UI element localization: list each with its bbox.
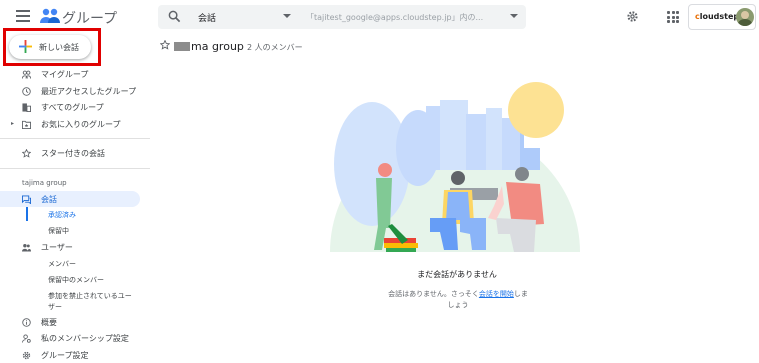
account-switcher[interactable]: cloudstep: [688, 4, 756, 30]
plus-icon: [19, 40, 32, 53]
star-toggle-icon[interactable]: [160, 40, 170, 50]
start-conversation-link[interactable]: 会話を開始: [479, 290, 514, 298]
people-icon: [22, 243, 31, 252]
sidebar-item-label: 会話: [41, 194, 57, 205]
chevron-down-icon[interactable]: [283, 14, 291, 18]
new-conversation-label: 新しい会話: [39, 42, 79, 53]
sidebar-item-label: 最近アクセスしたグループ: [41, 86, 136, 97]
sidebar-item-label: ユーザー: [41, 242, 73, 253]
divider: [0, 168, 150, 169]
sidebar-subitem-pending[interactable]: 保留中: [0, 223, 150, 239]
redacted-text: [174, 42, 190, 51]
expand-arrow-icon[interactable]: ▸: [11, 120, 14, 127]
gear-icon[interactable]: [626, 10, 639, 23]
sidebar-item-users[interactable]: ユーザー: [0, 239, 150, 256]
sidebar-item-label: すべてのグループ: [41, 102, 104, 113]
app-title: グループ: [62, 8, 117, 28]
search-input[interactable]: 「tajitest_google@apps.cloudstep.jp」内の...: [306, 12, 506, 23]
building-icon: [22, 103, 31, 112]
empty-state-description: 会話はありません。さっそく会話を開始しましょう: [385, 289, 531, 311]
search-bar[interactable]: 会話 「tajitest_google@apps.cloudstep.jp」内の…: [158, 5, 526, 29]
sidebar-item-recent[interactable]: 最近アクセスしたグループ: [0, 83, 150, 100]
sidebar-item-label: 概要: [41, 317, 57, 328]
new-conversation-button[interactable]: 新しい会話: [9, 35, 91, 59]
sidebar-item-label: スター付きの会話: [41, 148, 105, 159]
sidebar-item-all-groups[interactable]: すべてのグループ: [0, 99, 150, 116]
search-scope-select[interactable]: 会話: [198, 11, 216, 24]
sidebar-item-favorites[interactable]: ▸ お気に入りのグループ: [0, 116, 150, 133]
sidebar-item-membership-settings[interactable]: 私のメンバーシップ設定: [0, 330, 150, 347]
group-section-title: tajima group: [0, 175, 150, 191]
clock-icon: [22, 87, 31, 96]
search-icon[interactable]: [168, 10, 181, 23]
search-options-chevron-icon[interactable]: [510, 14, 518, 18]
gear-icon: [22, 351, 31, 360]
sidebar-item-group-settings[interactable]: グループ設定: [0, 347, 150, 363]
star-icon: [22, 149, 31, 158]
sidebar-item-label: お気に入りのグループ: [41, 119, 121, 130]
member-count[interactable]: 2 人のメンバー: [247, 42, 303, 53]
sidebar-subitem-approved[interactable]: 承認済み: [0, 207, 150, 223]
sidebar-subitem-pending-members[interactable]: 保留中のメンバー: [0, 272, 150, 288]
groups-logo-icon: [40, 8, 60, 24]
sidebar: マイグループ 最近アクセスしたグループ すべてのグループ ▸ お気に入りのグルー…: [0, 66, 150, 363]
page-title: ma group: [191, 40, 244, 53]
sidebar-subitem-banned[interactable]: 参加を禁止されているユーザー: [0, 288, 150, 314]
brand-logo: cloudstep: [695, 12, 739, 21]
empty-state-illustration: [326, 78, 584, 256]
sidebar-item-overview[interactable]: 概要: [0, 314, 150, 331]
sidebar-item-label: 私のメンバーシップ設定: [41, 333, 129, 344]
sidebar-item-conversations[interactable]: 会話: [0, 191, 140, 208]
top-bar: グループ 会話 「tajitest_google@apps.cloudstep.…: [0, 0, 759, 34]
avatar[interactable]: [736, 8, 754, 26]
sidebar-item-starred[interactable]: スター付きの会話: [0, 145, 150, 162]
empty-state-title: まだ会話がありません: [330, 269, 584, 280]
info-icon: [22, 318, 31, 327]
people-icon: [22, 70, 31, 79]
apps-grid-icon[interactable]: [667, 11, 679, 23]
sidebar-item-my-groups[interactable]: マイグループ: [0, 66, 150, 83]
sidebar-item-label: グループ設定: [41, 350, 89, 361]
folder-star-icon: [22, 120, 31, 129]
chat-icon: [22, 195, 31, 204]
sidebar-subitem-members[interactable]: メンバー: [0, 256, 150, 272]
divider: [0, 138, 150, 139]
main-menu-icon[interactable]: [16, 10, 30, 22]
sidebar-item-label: マイグループ: [41, 69, 88, 80]
person-settings-icon: [22, 334, 31, 343]
